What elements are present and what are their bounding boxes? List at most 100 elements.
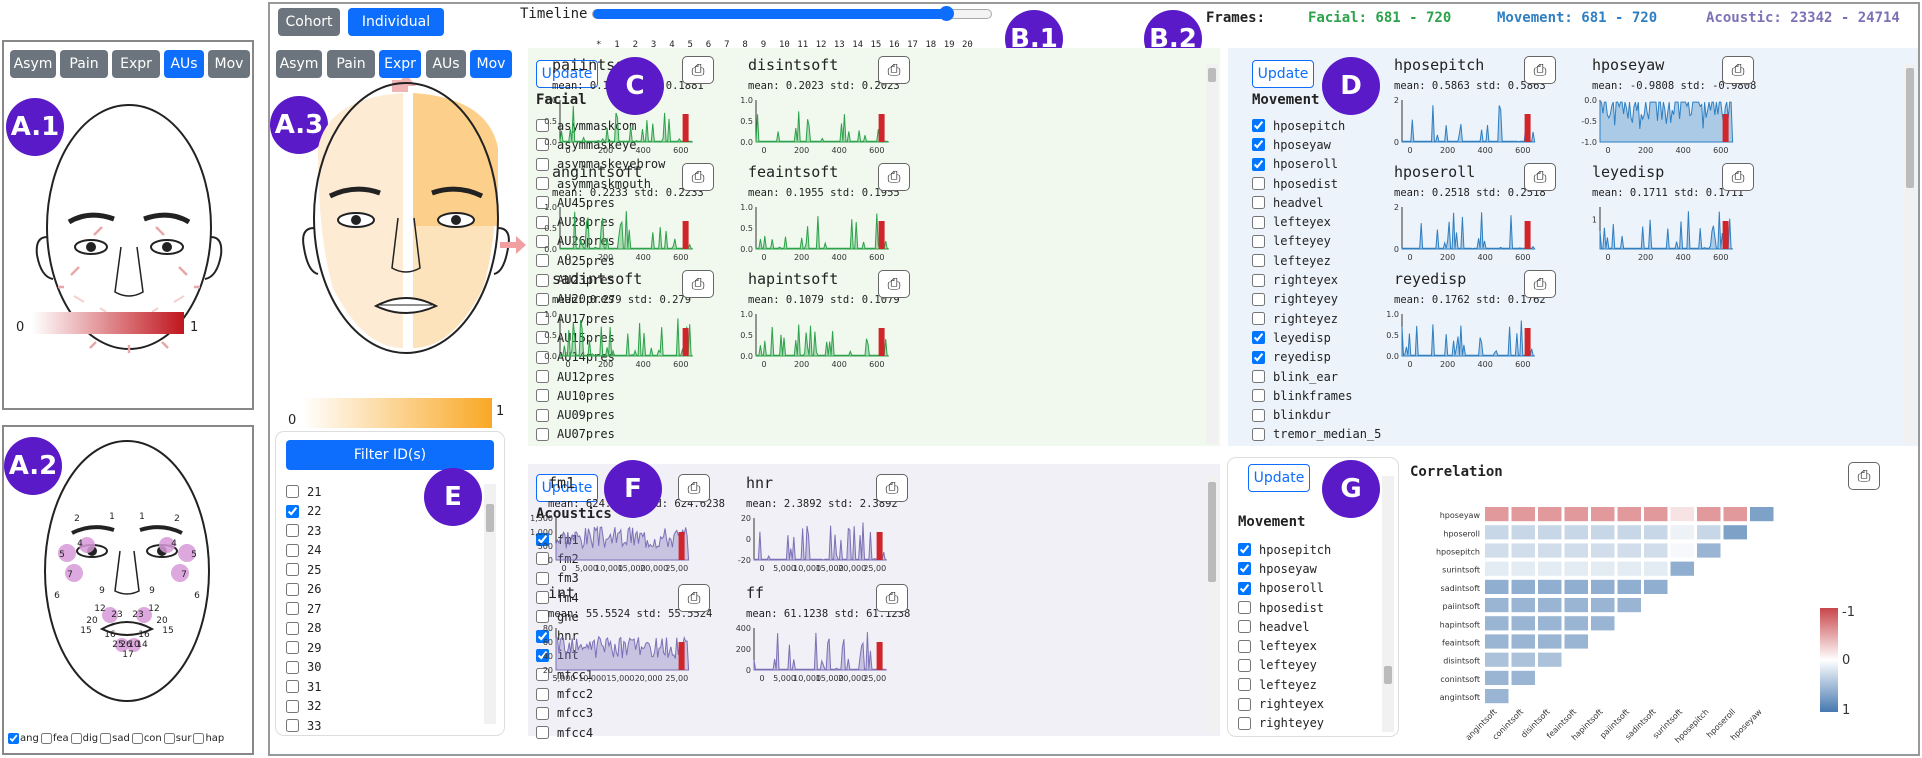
emotion-toggle-sur[interactable]: sur: [163, 733, 191, 744]
feature-row-righteyex[interactable]: righteyex: [1238, 694, 1331, 713]
id-checkbox[interactable]: [286, 582, 299, 596]
id-row[interactable]: 22: [286, 502, 321, 522]
print-button[interactable]: ⎙: [682, 163, 714, 191]
mid-tab-asym[interactable]: Asym: [276, 50, 322, 78]
feature-checkbox[interactable]: [1238, 658, 1251, 672]
timeline-slider[interactable]: [592, 6, 992, 21]
cohort-button[interactable]: Cohort: [278, 8, 340, 36]
feature-row-AU07pres[interactable]: AU07pres: [536, 425, 665, 444]
id-row[interactable]: 32: [286, 697, 321, 717]
feature-checkbox[interactable]: [536, 726, 549, 740]
corr-update-button[interactable]: Update: [1248, 464, 1310, 492]
feature-checkbox[interactable]: [1252, 312, 1265, 326]
feature-checkbox[interactable]: [1252, 408, 1265, 422]
feature-checkbox[interactable]: [536, 292, 549, 306]
feature-checkbox[interactable]: [536, 389, 549, 403]
emotion-toggle-sad[interactable]: sad: [100, 733, 130, 744]
feature-row-tremor_median_5[interactable]: tremor_median_5: [1252, 425, 1381, 444]
id-row[interactable]: 23: [286, 521, 321, 541]
print-button[interactable]: ⎙: [682, 56, 714, 84]
acoustics-scrollbar[interactable]: [1206, 476, 1218, 734]
left-tab-mov[interactable]: Mov: [208, 50, 250, 78]
id-row[interactable]: 31: [286, 677, 321, 697]
id-checkbox[interactable]: [286, 563, 299, 577]
id-row[interactable]: 27: [286, 599, 321, 619]
id-checkbox[interactable]: [286, 524, 299, 538]
feature-row-lefteyey[interactable]: lefteyey: [1252, 232, 1381, 251]
id-scrollbar[interactable]: [484, 484, 496, 724]
print-button[interactable]: ⎙: [1524, 163, 1556, 191]
feature-row-hposeyaw[interactable]: hposeyaw: [1238, 559, 1331, 578]
feature-row-lefteyey[interactable]: lefteyey: [1238, 656, 1331, 675]
id-checkbox[interactable]: [286, 719, 299, 733]
feature-checkbox[interactable]: [1238, 562, 1251, 576]
corr-scrollbar[interactable]: [1382, 476, 1394, 732]
feature-row-leyedisp[interactable]: leyedisp: [1252, 328, 1381, 347]
feature-checkbox[interactable]: [536, 706, 549, 720]
print-button[interactable]: ⎙: [1722, 163, 1754, 191]
mid-tab-pain[interactable]: Pain: [327, 50, 375, 78]
feature-checkbox[interactable]: [1252, 119, 1265, 133]
id-checkbox[interactable]: [286, 680, 299, 694]
feature-checkbox[interactable]: [1252, 370, 1265, 383]
id-checkbox[interactable]: [286, 699, 299, 713]
feature-row-righteyey[interactable]: righteyey: [1238, 714, 1331, 733]
feature-row-blinkframes[interactable]: blinkframes: [1252, 386, 1381, 405]
emotion-toggle-con[interactable]: con: [131, 733, 162, 744]
feature-row-righteyey[interactable]: righteyey: [1252, 290, 1381, 309]
id-checkbox[interactable]: [286, 641, 299, 655]
left-tab-aus[interactable]: AUs: [164, 50, 204, 78]
print-button[interactable]: ⎙: [678, 474, 710, 502]
id-checkbox[interactable]: [286, 543, 299, 557]
feature-checkbox[interactable]: [1252, 331, 1265, 345]
id-row[interactable]: 25: [286, 560, 321, 580]
feature-row-hposedist[interactable]: hposedist: [1238, 598, 1331, 617]
timeline-handle[interactable]: [939, 6, 954, 21]
print-button[interactable]: ⎙: [878, 270, 910, 298]
feature-row-righteyex[interactable]: righteyex: [1252, 270, 1381, 289]
emotion-checkbox[interactable]: [193, 733, 205, 744]
id-row[interactable]: 28: [286, 619, 321, 639]
feature-checkbox[interactable]: [536, 427, 549, 441]
feature-row-AU09pres[interactable]: AU09pres: [536, 405, 665, 424]
feature-row-righteyez[interactable]: righteyez: [1252, 309, 1381, 328]
feature-checkbox[interactable]: [1238, 639, 1251, 653]
id-checkbox[interactable]: [286, 485, 299, 499]
id-row[interactable]: 30: [286, 658, 321, 678]
feature-checkbox[interactable]: [1238, 620, 1251, 634]
print-button[interactable]: ⎙: [878, 56, 910, 84]
emotion-toggle-dig[interactable]: dig: [70, 733, 98, 744]
feature-row-headvel[interactable]: headvel: [1238, 617, 1331, 636]
mid-tab-mov[interactable]: Mov: [470, 50, 512, 78]
id-row[interactable]: 33: [286, 716, 321, 736]
feature-row-hposedist[interactable]: hposedist: [1252, 174, 1381, 193]
emotion-checkbox[interactable]: [40, 733, 52, 744]
id-row[interactable]: 21: [286, 482, 321, 502]
feature-checkbox[interactable]: [1252, 138, 1265, 152]
feature-row-lefteyez[interactable]: lefteyez: [1238, 675, 1331, 694]
left-tab-asym[interactable]: Asym: [10, 50, 56, 78]
emotion-toggle-fea[interactable]: fea: [40, 733, 69, 744]
feature-row-lefteyez[interactable]: lefteyez: [1252, 251, 1381, 270]
emotion-checkbox[interactable]: [8, 733, 19, 744]
feature-checkbox[interactable]: [1252, 350, 1265, 364]
print-button[interactable]: ⎙: [1524, 56, 1556, 84]
feature-checkbox[interactable]: [1238, 678, 1251, 692]
feature-checkbox[interactable]: [536, 408, 549, 422]
movement-scrollbar[interactable]: [1904, 64, 1916, 444]
emotion-checkbox[interactable]: [131, 733, 143, 744]
feature-row-mfcc4[interactable]: mfcc4: [536, 723, 593, 742]
id-checkbox[interactable]: [286, 602, 299, 616]
feature-checkbox[interactable]: [1238, 601, 1251, 615]
feature-row-hposepitch[interactable]: hposepitch: [1252, 116, 1381, 135]
left-tab-pain[interactable]: Pain: [60, 50, 108, 78]
id-checkbox[interactable]: [286, 660, 299, 674]
feature-row-headvel[interactable]: headvel: [1252, 193, 1381, 212]
feature-checkbox[interactable]: [1238, 543, 1251, 557]
feature-checkbox[interactable]: [1252, 215, 1265, 229]
print-button[interactable]: ⎙: [682, 270, 714, 298]
feature-checkbox[interactable]: [1252, 177, 1265, 191]
feature-row-lefteyex[interactable]: lefteyex: [1238, 636, 1331, 655]
feature-row-hposeroll[interactable]: hposeroll: [1238, 579, 1331, 598]
filter-ids-button[interactable]: Filter ID(s): [286, 440, 494, 470]
